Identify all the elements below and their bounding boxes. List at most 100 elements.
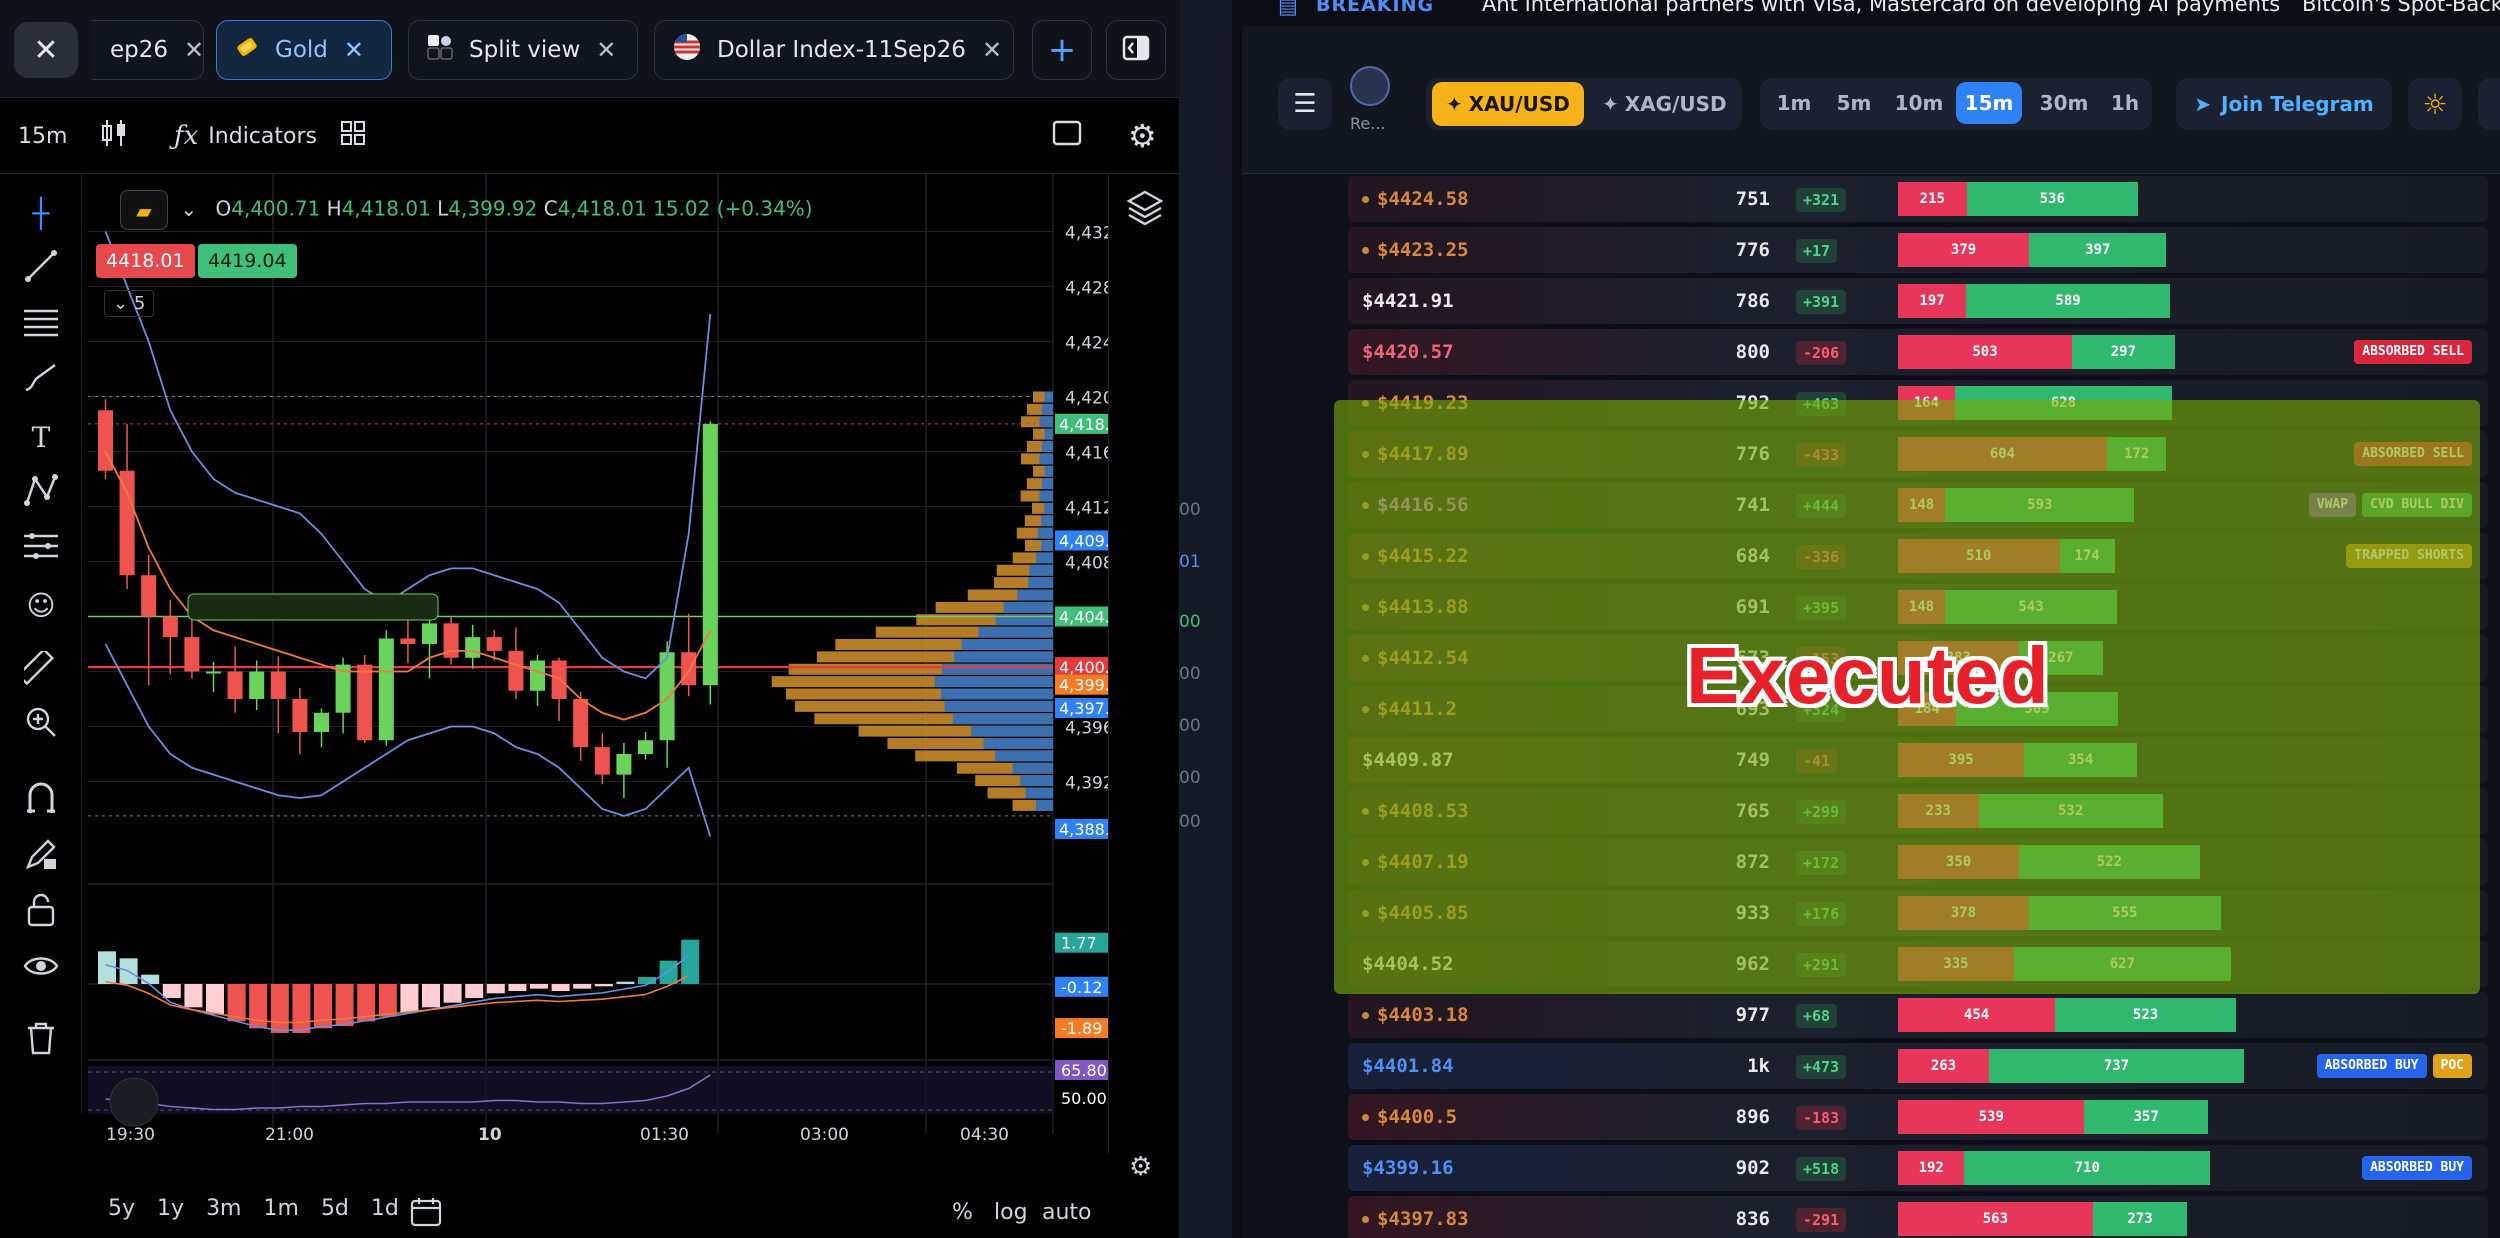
volume-profile-bar [1041,540,1053,551]
timeframe-5m[interactable]: 5m [1826,82,1882,124]
pattern-tool[interactable] [20,472,62,514]
layers-button[interactable] [1125,188,1165,232]
price-level: $4423.25 [1362,227,1469,273]
new-tab-button[interactable]: + [1032,20,1092,80]
icons-tool[interactable]: ☺ [20,584,62,626]
brand-logo[interactable] [1350,66,1390,106]
ladder-row[interactable]: $4401.84 1k +473 263 737 ABSORBED BUY POC [1348,1043,2488,1089]
price-level: $4401.84 [1362,1043,1454,1089]
close-icon[interactable]: ✕ [982,36,1002,64]
candle-body [270,671,286,699]
ladder-row[interactable]: $4421.91 786 +391 197 589 [1348,278,2488,324]
more-button[interactable] [2478,78,2500,130]
legend-chevron-icon[interactable]: ⌄ [180,197,197,221]
brush-tool[interactable] [20,360,62,402]
layouts-button[interactable] [340,98,366,174]
close-label: C [543,196,558,221]
sell-volume: 192 [1898,1151,1965,1185]
change-value: 15.02 (+0.34%) [653,196,813,221]
lock-drawing-tool[interactable] [20,836,62,878]
tab-split-view[interactable]: Split view ✕ [408,20,638,80]
timeframe-1m[interactable]: 1m [1766,82,1822,124]
timeframe-15m[interactable]: 15m [1956,82,2022,124]
fullscreen-button[interactable] [1052,98,1082,174]
pair-xau-button[interactable]: ✦ XAU/USD [1432,82,1584,126]
interval-label: 15m [18,123,68,149]
collapse-legend-button[interactable]: ⌄ 5 [104,290,155,317]
close-icon[interactable]: ✕ [344,36,364,64]
headline[interactable]: Bitcoin's Spot-Back [2302,0,2500,16]
tab-gold[interactable]: Gold ✕ [216,20,392,80]
settings-button[interactable]: ⚙ [1128,98,1157,174]
tab-label: Dollar Index-11Sep26 [717,37,966,63]
volume-profile-bar [940,688,1053,700]
sell-volume: 379 [1898,233,2030,267]
lock-tool[interactable] [20,892,62,934]
chart-settings-button[interactable]: ⚙ [1129,1152,1152,1182]
crosshair-tool[interactable]: ┼ [20,192,62,234]
ladder-row[interactable]: $4400.5 896 -183 539 357 [1348,1094,2488,1140]
forecast-tool[interactable] [20,528,62,570]
close-icon[interactable]: ✕ [184,36,204,64]
split-divider[interactable] [1232,0,1242,1238]
buy-volume: 523 [2055,998,2237,1032]
range-5y[interactable]: 5y [108,1196,135,1221]
signal-badges: ABSORBED BUY POC [2316,1054,2472,1078]
bid-badge[interactable]: 4418.01 [96,244,195,278]
range-5d[interactable]: 5d [321,1196,349,1221]
interval-button[interactable]: 15m [18,98,67,174]
toggle-panel-button[interactable] [1106,20,1166,80]
pair-xag-button[interactable]: ✦ XAG/USD [1588,82,1741,126]
ladder-row[interactable]: $4420.57 800 -206 503 297 ABSORBED SELL [1348,329,2488,375]
close-icon[interactable]: ✕ [596,36,616,64]
zoom-tool[interactable] [20,704,62,746]
price-level: $4421.91 [1362,278,1454,324]
time-axis-label: 10 [478,1125,502,1145]
timeframe-30m[interactable]: 30m [2032,82,2096,124]
candle-body [292,699,308,732]
join-telegram-button[interactable]: ➤ Join Telegram [2176,78,2392,130]
trendline-tool[interactable] [20,248,62,290]
range-1m[interactable]: 1m [264,1196,299,1221]
range-3m[interactable]: 3m [206,1196,241,1221]
ask-badge[interactable]: 4419.04 [198,244,297,278]
ladder-row[interactable]: $4423.25 776 +17 379 397 [1348,227,2488,273]
gold-bar-icon[interactable]: ▰ [120,190,168,230]
ladder-row[interactable]: $4399.16 902 +518 192 710 ABSORBED BUY [1348,1145,2488,1191]
timeframe-1h[interactable]: 1h [2100,82,2150,124]
ladder-row[interactable]: $4424.58 751 +321 215 536 [1348,176,2488,222]
delete-tool[interactable] [20,1020,62,1062]
measure-tool[interactable] [16,647,62,692]
tab-dollar-index[interactable]: Dollar Index-11Sep26 ✕ [654,20,1014,80]
timeframe-10m[interactable]: 10m [1888,82,1950,124]
indicator-count: 5 [133,293,146,314]
headline[interactable]: Ant International partners with Visa, Ma… [1482,0,2280,16]
magnet-tool[interactable] [20,780,62,822]
price-chart[interactable]: 4,432.00 4,428.00 4,424.00 4,420.00 4,416.00… [88,174,1108,1154]
log-toggle[interactable]: log [994,1200,1028,1225]
fib-tool[interactable] [20,304,62,346]
menu-button[interactable]: ☰ [1278,78,1332,130]
close-value: 4,418.01 [557,196,647,221]
close-window-button[interactable]: ✕ [14,22,78,78]
hide-tool[interactable] [20,948,62,990]
range-1d[interactable]: 1d [371,1196,399,1221]
tab-ep26[interactable]: ep26 ✕ [92,20,204,80]
ladder-row[interactable]: $4403.18 977 +68 454 523 [1348,992,2488,1038]
range-1y[interactable]: 1y [157,1196,184,1221]
text-tool[interactable]: T [20,416,62,458]
gold-icon: ✦ [1446,92,1463,116]
price-text: $4423.25 [1377,239,1469,261]
side-value: 01 [1179,552,1201,572]
chart-type-button[interactable] [100,98,128,174]
low-value: 4,399.92 [448,196,538,221]
indicators-button[interactable]: ƒx Indicators [174,98,317,174]
theme-toggle[interactable]: ☼ [2408,78,2462,130]
price-axis-label: 4,408.00 [1065,554,1108,574]
goto-date-button[interactable] [410,1196,444,1234]
sell-volume: 539 [1898,1100,2085,1134]
auto-toggle[interactable]: auto [1042,1200,1092,1225]
ladder-row[interactable]: $4397.83 836 -291 563 273 [1348,1196,2488,1238]
sell-volume: 215 [1898,182,1967,216]
percent-toggle[interactable]: % [952,1200,973,1225]
